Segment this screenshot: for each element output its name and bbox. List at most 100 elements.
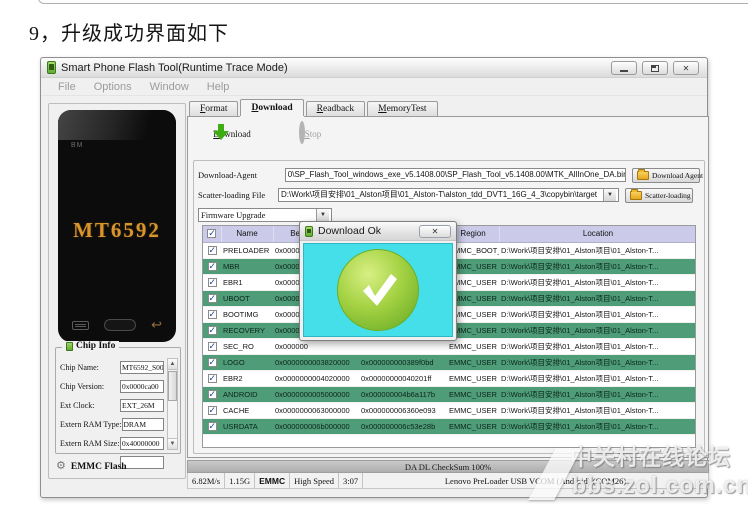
- window-titlebar[interactable]: Smart Phone Flash Tool(Runtime Trace Mod…: [41, 58, 707, 78]
- dialog-app-icon: [305, 225, 313, 237]
- table-row[interactable]: CACHE 0x0000000063000000 0x000000006360e…: [203, 402, 695, 419]
- status-cell: EMMC: [255, 473, 291, 488]
- row-checkbox[interactable]: [207, 293, 217, 304]
- row-checkbox[interactable]: [207, 261, 217, 272]
- scatter-file-value: D:\Work\项目安排\01_Alston项目\01_Alston-T\als…: [281, 190, 598, 199]
- scroll-thumb[interactable]: [168, 371, 177, 401]
- menu-bar: File Options Window Help: [41, 78, 707, 96]
- minimize-icon: [620, 70, 628, 72]
- cell-location: D:\Work\项目安排\01_Alston项目\01_Alston-T...: [499, 322, 695, 339]
- cell-region: EMMC_USER: [447, 402, 499, 419]
- app-icon: [47, 61, 56, 74]
- col-header-name[interactable]: Name: [221, 226, 274, 243]
- minimize-button[interactable]: [611, 61, 637, 75]
- cell-location: D:\Work\项目安排\01_Alston项目\01_Alston-T...: [499, 418, 695, 435]
- cell-begin-address: 0x000000006b000000: [273, 418, 359, 435]
- progress-bar: DA DL CheckSum 100%: [187, 460, 709, 473]
- cell-name: BOOTIMG: [221, 306, 273, 323]
- phone-preview: BM MT6592 ↩: [58, 110, 176, 342]
- chip-field-value: 0x40000000: [120, 437, 164, 450]
- folder-icon: [637, 168, 649, 180]
- cell-end-address: 0x000000004b6a117b: [359, 386, 447, 403]
- scatter-file-combobox[interactable]: D:\Work\项目安排\01_Alston项目\01_Alston-T\als…: [278, 188, 619, 202]
- row-checkbox[interactable]: [207, 341, 217, 352]
- menu-item[interactable]: File: [49, 81, 85, 93]
- status-bar: 6.82M/s 1.15G EMMC High Speed 3:07 Lenovo Pre…: [187, 473, 709, 489]
- close-icon: ✕: [431, 226, 439, 236]
- cell-location: D:\Work\项目安排\01_Alston项目\01_Alston-T...: [499, 258, 695, 275]
- scroll-up-icon[interactable]: ▲: [168, 359, 177, 370]
- phone-keys: ↩: [58, 318, 176, 331]
- download-button[interactable]: Download: [202, 124, 262, 142]
- row-checkbox[interactable]: [207, 325, 217, 336]
- cell-begin-address: 0x0000000003820000: [273, 354, 359, 371]
- previous-window-edge: [38, 0, 748, 4]
- table-row[interactable]: EBR2 0x0000000004020000 0x00000000040201…: [203, 370, 695, 387]
- cell-location: D:\Work\项目安排\01_Alston项目\01_Alston-T...: [499, 274, 695, 291]
- stop-button[interactable]: Stop: [280, 121, 340, 144]
- download-agent-button[interactable]: Download Agent: [632, 167, 704, 183]
- download-agent-label: Download-Agent: [198, 170, 258, 180]
- close-button[interactable]: ✕: [673, 61, 699, 75]
- chip-icon: [66, 341, 73, 351]
- page-title: 9，升级成功界面如下: [29, 23, 229, 45]
- cell-location: D:\Work\项目安排\01_Alston项目\01_Alston-T...: [499, 370, 695, 387]
- scatter-file-label: Scatter-loading File: [198, 190, 266, 200]
- cell-name: UBOOT: [221, 290, 273, 307]
- table-row[interactable]: USRDATA 0x000000006b000000 0x000000006c5…: [203, 418, 695, 435]
- download-agent-input[interactable]: 0\SP_Flash_Tool_windows_exe_v5.1408.00\S…: [284, 168, 626, 182]
- chip-info-scrollbar[interactable]: ▲ ▼: [167, 358, 178, 450]
- menu-item[interactable]: Options: [85, 81, 141, 93]
- chevron-down-icon[interactable]: ▼: [316, 209, 329, 221]
- mode-select-value: Firmware Upgrade: [201, 210, 266, 220]
- chip-info-groupbox: Chip Info Chip Name: MT6592_S00 Chip Ver…: [55, 341, 181, 469]
- tab-strip: Format Download Readback MemoryTest: [189, 99, 440, 116]
- cell-region: EMMC_USER: [447, 354, 499, 371]
- row-checkbox[interactable]: [207, 421, 217, 432]
- dialog-close-button[interactable]: ✕: [419, 224, 451, 238]
- table-row[interactable]: LOGO 0x0000000003820000 0x000000000389f0…: [203, 354, 695, 371]
- tab[interactable]: Readback: [305, 101, 366, 116]
- chip-field-value: EXT_26M: [120, 399, 164, 412]
- cell-region: EMMC_USER: [447, 386, 499, 403]
- scatter-loading-button[interactable]: Scatter-loading: [625, 187, 693, 203]
- cell-name: CACHE: [221, 402, 273, 419]
- restore-icon: [651, 64, 659, 72]
- tab[interactable]: Format: [189, 101, 239, 116]
- row-checkbox[interactable]: [207, 277, 217, 288]
- cell-location: D:\Work\项目安排\01_Alston项目\01_Alston-T...: [499, 338, 695, 355]
- status-cell: 6.82M/s: [188, 473, 226, 488]
- phone-brand-label: BM: [71, 142, 84, 149]
- table-row[interactable]: ANDROID 0x0000000005000000 0x000000004b6…: [203, 386, 695, 403]
- phone-home-key-icon: [104, 319, 137, 331]
- gear-icon: ⚙: [56, 460, 66, 472]
- cell-location: D:\Work\项目安排\01_Alston项目\01_Alston-T...: [499, 386, 695, 403]
- scroll-down-icon[interactable]: ▼: [168, 438, 177, 449]
- menu-item[interactable]: Help: [198, 81, 239, 93]
- row-checkbox[interactable]: [207, 405, 217, 416]
- cell-end-address: 0x00000000040201ff: [359, 370, 447, 387]
- row-checkbox[interactable]: [207, 309, 217, 320]
- download-agent-button-label: Download Agent: [652, 170, 704, 180]
- flash-type-label: EMMC Flash: [70, 461, 127, 472]
- row-checkbox[interactable]: [207, 373, 217, 384]
- row-checkbox[interactable]: [207, 389, 217, 400]
- window-title: Smart Phone Flash Tool(Runtime Trace Mod…: [61, 61, 288, 74]
- row-checkbox[interactable]: [207, 357, 217, 368]
- menu-item[interactable]: Window: [141, 81, 198, 93]
- row-checkbox[interactable]: [207, 245, 217, 256]
- select-all-checkbox[interactable]: [207, 228, 217, 239]
- restore-button[interactable]: [642, 61, 668, 75]
- mode-select[interactable]: Firmware Upgrade ▼: [198, 208, 332, 222]
- chevron-down-icon[interactable]: ▼: [603, 189, 616, 201]
- col-header-location[interactable]: Location: [499, 226, 695, 243]
- tab[interactable]: MemoryTest: [367, 101, 438, 116]
- tab[interactable]: Download: [240, 99, 304, 116]
- dialog-titlebar[interactable]: Download Ok ✕: [300, 222, 456, 241]
- cell-name: SEC_RO: [221, 338, 273, 355]
- chip-field-label: Ext Clock:: [60, 401, 95, 410]
- cell-location: D:\Work\项目安排\01_Alston项目\01_Alston-T...: [499, 306, 695, 323]
- chip-field-label: Extern RAM Type:: [60, 420, 122, 429]
- page: 9，升级成功界面如下 Smart Phone Flash Tool(Runtim…: [0, 0, 748, 525]
- cell-name: EBR1: [221, 274, 273, 291]
